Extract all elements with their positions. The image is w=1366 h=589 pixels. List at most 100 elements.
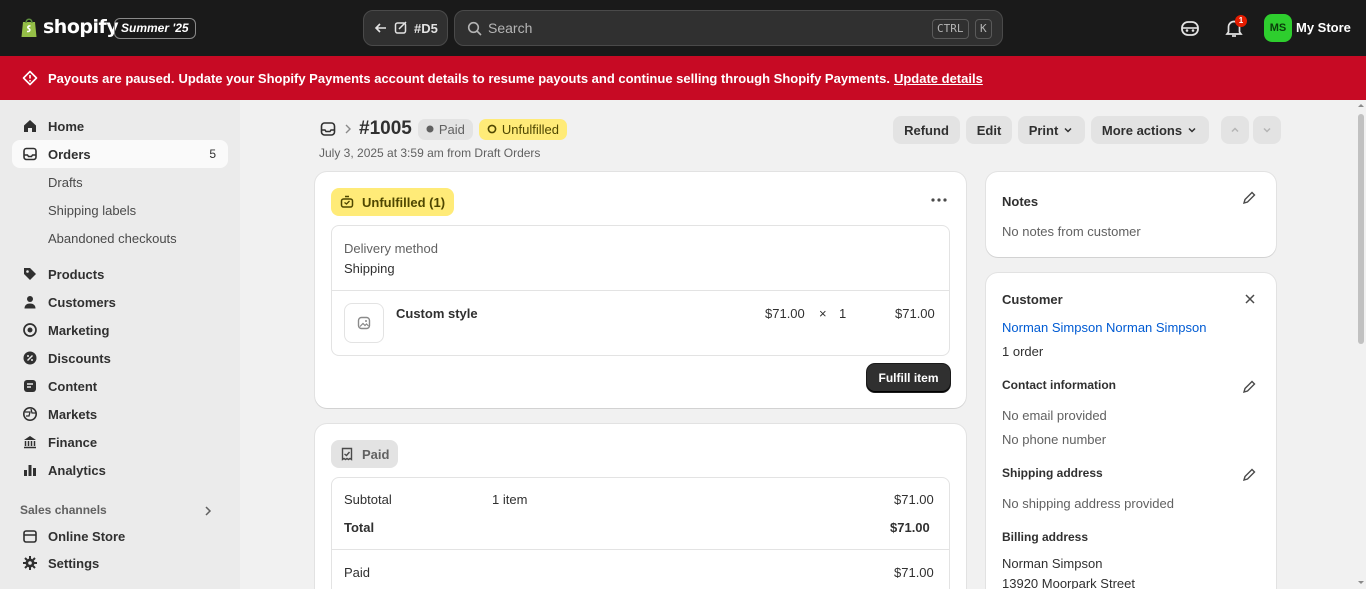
- image-placeholder-icon: [357, 316, 371, 330]
- arrow-left-icon: [374, 23, 386, 33]
- total-value: $71.00: [890, 520, 930, 535]
- paid-value: $71.00: [894, 565, 934, 580]
- person-icon: [24, 296, 36, 309]
- customer-title: Customer: [1002, 292, 1063, 307]
- edition-badge[interactable]: Summer '25: [114, 18, 196, 39]
- paid-badge: Paid: [331, 440, 399, 468]
- sidebar-item-label: Content: [48, 378, 98, 394]
- globe-icon: [23, 407, 37, 421]
- page-header: #1005 Paid Unfulfilled: [319, 118, 567, 140]
- sidebar-item-analytics[interactable]: Analytics: [12, 456, 228, 484]
- sidebar-item-label: Analytics: [48, 462, 106, 478]
- chevron-right-icon[interactable]: [203, 505, 213, 517]
- sidebar-item-settings[interactable]: Settings: [12, 549, 228, 577]
- previous-order-button[interactable]: [1221, 116, 1249, 144]
- subtotal-value: $71.00: [894, 492, 934, 507]
- item-total: $71.00: [895, 306, 935, 321]
- scrollbar-thumb[interactable]: [1358, 114, 1364, 344]
- back-button[interactable]: #D5: [363, 10, 448, 46]
- item-price: $71.00: [765, 306, 805, 321]
- sidebar-item-shipping-labels[interactable]: Shipping labels: [48, 196, 136, 224]
- scroll-up-arrow-icon[interactable]: [1357, 102, 1365, 108]
- sidebar-item-discounts[interactable]: Discounts: [12, 344, 228, 372]
- sidebar-item-customers[interactable]: Customers: [12, 288, 228, 316]
- sidebar-item-home[interactable]: Home: [12, 112, 228, 140]
- sidebar-item-label: Finance: [48, 434, 98, 450]
- shopify-bag-icon: [21, 18, 37, 37]
- sidebar-item-orders[interactable]: Orders 5: [12, 140, 228, 168]
- alert-diamond-icon: [22, 70, 38, 86]
- content-icon: [24, 380, 36, 392]
- store-avatar[interactable]: MS: [1264, 14, 1292, 42]
- discount-icon: [23, 351, 37, 365]
- shortcut-k: K: [975, 19, 992, 39]
- dot-filled-icon: [426, 125, 434, 133]
- product-thumbnail[interactable]: [344, 303, 384, 343]
- gear-icon: [23, 556, 37, 570]
- sidebar-item-drafts[interactable]: Drafts: [48, 168, 83, 196]
- bar-chart-icon: [24, 465, 36, 476]
- tag-icon: [24, 268, 36, 280]
- pencil-icon[interactable]: [1242, 191, 1256, 205]
- pencil-icon[interactable]: [1242, 380, 1256, 394]
- sidebar-item-online-store[interactable]: Online Store: [12, 524, 228, 548]
- store-name[interactable]: My Store: [1296, 20, 1351, 35]
- home-icon: [24, 120, 36, 132]
- more-actions-label: More actions: [1101, 122, 1183, 138]
- sidebar-item-markets[interactable]: Markets: [12, 400, 228, 428]
- sidebar-item-abandoned-checkouts[interactable]: Abandoned checkouts: [48, 224, 177, 252]
- next-order-button[interactable]: [1253, 116, 1281, 144]
- fulfill-item-button[interactable]: Fulfill item: [867, 364, 950, 392]
- shipping-address-title: Shipping address: [1002, 466, 1103, 480]
- sidebar-item-label: Products: [48, 266, 105, 282]
- shortcut-ctrl: CTRL: [932, 19, 969, 39]
- sidebar-item-content[interactable]: Content: [12, 372, 228, 400]
- customer-name-link[interactable]: Norman Simpson Norman Simpson: [1002, 320, 1206, 335]
- page-title: #1005: [359, 118, 412, 139]
- search-input[interactable]: Search CTRL K: [454, 10, 1003, 46]
- fulfillment-icon: [340, 195, 354, 208]
- scroll-down-arrow-icon[interactable]: [1357, 580, 1365, 586]
- top-bar: shopify Summer '25 #D5 Search CTRL K 1 M…: [0, 0, 1366, 56]
- billing-name: Norman Simpson: [1002, 556, 1103, 571]
- billing-address-title: Billing address: [1002, 530, 1089, 544]
- payment-status-badge: Paid: [417, 118, 473, 140]
- notes-card: [986, 172, 1276, 257]
- sidebar-item-label: Marketing: [48, 322, 110, 338]
- edit-button[interactable]: Edit: [966, 116, 1012, 144]
- notification-badge: 1: [1235, 15, 1247, 27]
- fulfillment-status-badge: Unfulfilled: [478, 118, 567, 140]
- sidebar-item-label: Home: [48, 118, 85, 134]
- divider: [332, 549, 949, 550]
- more-horizontal-icon[interactable]: [930, 195, 948, 205]
- product-name[interactable]: Custom style: [396, 306, 478, 321]
- store-icon: [23, 530, 37, 543]
- sidebar-item-label: Customers: [48, 294, 116, 310]
- sidebar-item-finance[interactable]: Finance: [12, 428, 228, 456]
- chevron-down-icon: [1188, 127, 1196, 133]
- close-icon[interactable]: [1244, 293, 1256, 305]
- print-button[interactable]: Print: [1018, 116, 1085, 144]
- more-actions-button[interactable]: More actions: [1091, 116, 1209, 144]
- refund-button[interactable]: Refund: [893, 116, 960, 144]
- sidebar: Home Orders 5 Drafts Shipping labels Aba…: [0, 100, 240, 589]
- sidebar-item-label: Discounts: [48, 350, 111, 366]
- pencil-icon[interactable]: [1242, 468, 1256, 482]
- sidebar-item-marketing[interactable]: Marketing: [12, 316, 228, 344]
- sidekick-icon[interactable]: [1179, 17, 1201, 39]
- orders-inbox-icon[interactable]: [319, 120, 337, 138]
- bank-icon: [24, 436, 36, 449]
- paid-label: Paid: [344, 565, 371, 580]
- notes-title: Notes: [1002, 194, 1039, 209]
- chevron-down-icon: [1064, 127, 1072, 133]
- update-details-link[interactable]: Update details: [894, 71, 983, 86]
- billing-street: 13920 Moorpark Street: [1002, 576, 1135, 589]
- sidebar-item-products[interactable]: Products: [12, 260, 228, 288]
- print-label: Print: [1028, 122, 1059, 138]
- paid-badge-label: Paid: [362, 446, 390, 462]
- divider: [332, 290, 949, 291]
- unfulfilled-count-badge: Unfulfilled (1): [331, 188, 455, 216]
- customer-orders[interactable]: 1 order: [1002, 344, 1043, 359]
- shopify-logo[interactable]: shopify: [20, 16, 119, 38]
- chevron-down-icon: [1263, 127, 1271, 133]
